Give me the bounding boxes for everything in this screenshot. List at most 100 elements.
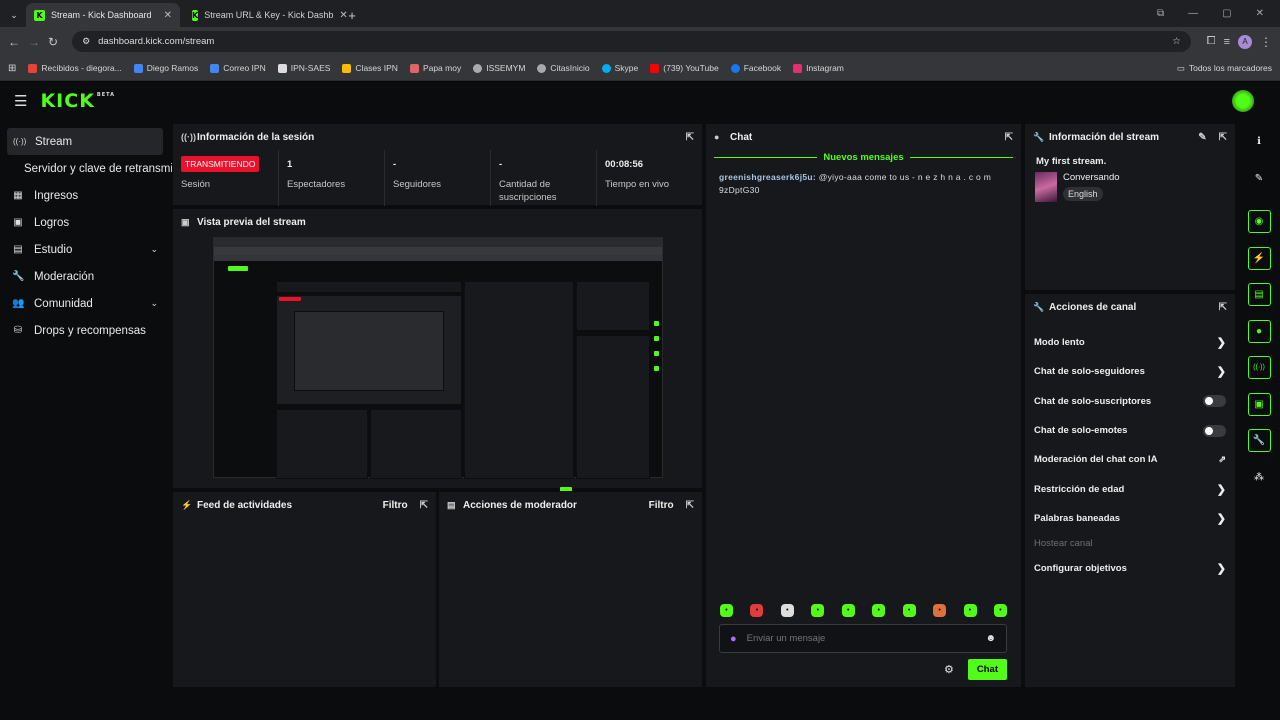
divider-line <box>714 157 818 158</box>
sidebar-item-drops[interactable]: ⛁ Drops y recompensas <box>0 317 170 344</box>
bookmark[interactable]: Recibidos - diegora... <box>28 63 122 73</box>
page-bottom <box>0 688 1280 720</box>
bookmark[interactable]: Facebook <box>730 63 781 73</box>
emote-icon[interactable]: • <box>720 604 733 617</box>
preview-icon: ▣ <box>181 216 190 227</box>
broadcast-icon[interactable]: ((·)) <box>1247 356 1271 379</box>
sidebar-item-stream[interactable]: ((·)) Stream <box>7 128 163 155</box>
apps-grid-icon[interactable]: ⊞ <box>8 63 16 74</box>
bookmark[interactable]: CitasInicio <box>537 63 590 73</box>
bookmark-star-icon[interactable]: ☆ <box>1172 36 1181 47</box>
user-avatar[interactable] <box>1232 90 1254 112</box>
popout-icon[interactable]: ⇱ <box>1219 132 1227 143</box>
extensions-icon[interactable]: ⧉ <box>1157 8 1164 19</box>
sidebar-item-estudio[interactable]: ▤ Estudio ⌄ <box>0 236 170 263</box>
subscribers-only-toggle[interactable] <box>1203 395 1226 408</box>
maximize-icon[interactable]: ▢ <box>1222 8 1231 19</box>
chat-settings-gear-icon[interactable]: ⚙ <box>944 663 954 676</box>
emote-icon[interactable]: • <box>750 604 764 617</box>
bookmark[interactable]: Instagram <box>793 63 844 73</box>
sidebar-item-moderacion[interactable]: 🔧 Moderación <box>0 263 170 290</box>
tab-search-icon[interactable]: ⌄ <box>4 3 24 27</box>
preview-browser-tabs <box>214 238 662 247</box>
popout-icon[interactable]: ⇱ <box>420 500 428 511</box>
action-followers-only[interactable]: Chat de solo-seguidores ❯ <box>1025 357 1235 386</box>
action-goals[interactable]: Configurar objetivos ❯ <box>1025 554 1235 583</box>
bookmark[interactable]: Papa moy <box>409 63 461 73</box>
emote-icon[interactable]: • <box>963 604 977 617</box>
chevron-right-icon: ❯ <box>1216 512 1226 525</box>
forward-icon[interactable]: → <box>28 35 40 49</box>
emote-icon[interactable]: • <box>841 604 855 617</box>
popout-icon[interactable]: ⇱ <box>1219 302 1227 313</box>
url-field[interactable]: ⚙ dashboard.kick.com/stream ☆ <box>72 31 1191 52</box>
chat-message-input[interactable] <box>746 633 976 644</box>
close-tab-icon[interactable]: ✕ <box>164 10 172 21</box>
close-window-icon[interactable]: ✕ <box>1256 8 1264 19</box>
minimize-icon[interactable]: — <box>1188 8 1198 19</box>
gmail-icon <box>28 63 38 73</box>
menu-dots-icon[interactable]: ⋮ <box>1260 35 1272 49</box>
sidebar-item-comunidad[interactable]: 👥 Comunidad ⌄ <box>0 290 170 317</box>
chat-input-box[interactable]: ● ☻ <box>719 624 1007 653</box>
bookmark[interactable]: Correo IPN <box>210 63 266 73</box>
emote-icon[interactable]: • <box>993 604 1007 617</box>
clipboard-icon[interactable]: ▤ <box>1247 283 1271 306</box>
stream-category: Conversando English <box>1025 167 1235 207</box>
site-info-icon[interactable]: ⚙ <box>82 36 90 47</box>
microphone-icon[interactable]: ● <box>730 633 737 645</box>
stream-preview-video[interactable] <box>213 237 663 492</box>
emote-icon[interactable]: • <box>933 604 947 617</box>
sidebar-item-logros[interactable]: ▣ Logros <box>0 209 170 236</box>
new-messages-divider[interactable]: Nuevos mensajes <box>706 152 1021 163</box>
emote-icon[interactable]: • <box>872 604 886 617</box>
bookmark[interactable]: Skype <box>601 63 638 73</box>
bookmark[interactable]: Clases IPN <box>342 63 398 73</box>
emote-icon[interactable]: • <box>780 604 794 617</box>
browser-tab-stream-key[interactable]: K Stream URL & Key - Kick Dashb ✕ <box>184 3 348 27</box>
bookmark[interactable]: Diego Ramos <box>133 63 198 73</box>
chat-bubble-icon[interactable]: ● <box>1247 319 1271 343</box>
wrench-icon[interactable]: 🔧 <box>1247 429 1271 452</box>
bookmark[interactable]: (739) YouTube <box>650 63 719 73</box>
filter-button[interactable]: Filtro <box>649 500 674 511</box>
popout-icon[interactable]: ⇱ <box>1005 132 1013 143</box>
kick-logo[interactable]: KICK BETA <box>40 90 115 112</box>
wrench-icon: 🔧 <box>1033 131 1045 142</box>
emoji-icon[interactable]: ☻ <box>985 633 996 644</box>
edit-pencil-icon[interactable]: ✎ <box>1248 167 1271 190</box>
info-icon[interactable]: ℹ <box>1248 130 1271 153</box>
edit-pencil-icon[interactable]: ✎ <box>1198 132 1206 143</box>
all-bookmarks[interactable]: ▭ Todos los marcadores <box>1177 63 1272 74</box>
action-age-restriction[interactable]: Restricción de edad ❯ <box>1025 474 1235 503</box>
clip-icon[interactable]: ◉ <box>1247 210 1271 233</box>
extensions-puzzle-icon[interactable]: ⧠ <box>1207 35 1216 48</box>
lightning-icon[interactable]: ⚡ <box>1247 246 1271 270</box>
chat-username[interactable]: greenishgreaserk6j5u: <box>719 172 816 182</box>
action-ai-moderation[interactable]: Moderación del chat con IA ⇗ <box>1025 445 1235 474</box>
filter-button[interactable]: Filtro <box>383 500 408 511</box>
emote-icon[interactable]: • <box>902 604 916 617</box>
emote-icon[interactable]: • <box>811 604 825 617</box>
back-icon[interactable]: ← <box>8 35 20 49</box>
classroom-icon <box>342 63 352 73</box>
media-icon[interactable]: ≡ <box>1224 36 1230 48</box>
chat-message[interactable]: greenishgreaserk6j5u: @yiyo-aaa come to … <box>706 163 1021 205</box>
user-card-icon[interactable]: ▣ <box>1247 392 1271 416</box>
hamburger-menu-icon[interactable]: ☰ <box>14 92 27 110</box>
add-widget-icon[interactable]: ⁂ <box>1248 466 1271 489</box>
profile-avatar[interactable]: A <box>1238 34 1252 49</box>
action-slow-mode[interactable]: Modo lento ❯ <box>1025 328 1235 357</box>
new-tab-button[interactable]: + <box>342 3 362 27</box>
popout-icon[interactable]: ⇱ <box>686 500 694 511</box>
bookmark[interactable]: ISSEMYM <box>473 63 525 73</box>
send-chat-button[interactable]: Chat <box>967 659 1007 680</box>
bookmark[interactable]: IPN-SAES <box>277 63 330 73</box>
browser-tab-stream[interactable]: K Stream - Kick Dashboard ✕ <box>26 3 180 27</box>
popout-icon[interactable]: ⇱ <box>686 132 694 143</box>
sidebar-item-server-key[interactable]: Servidor y clave de retransmi <box>0 155 172 182</box>
reload-icon[interactable]: ↻ <box>48 35 58 49</box>
sidebar-item-ingresos[interactable]: ▦ Ingresos <box>0 182 170 209</box>
action-banned-words[interactable]: Palabras baneadas ❯ <box>1025 504 1235 533</box>
emotes-only-toggle[interactable] <box>1203 424 1226 437</box>
